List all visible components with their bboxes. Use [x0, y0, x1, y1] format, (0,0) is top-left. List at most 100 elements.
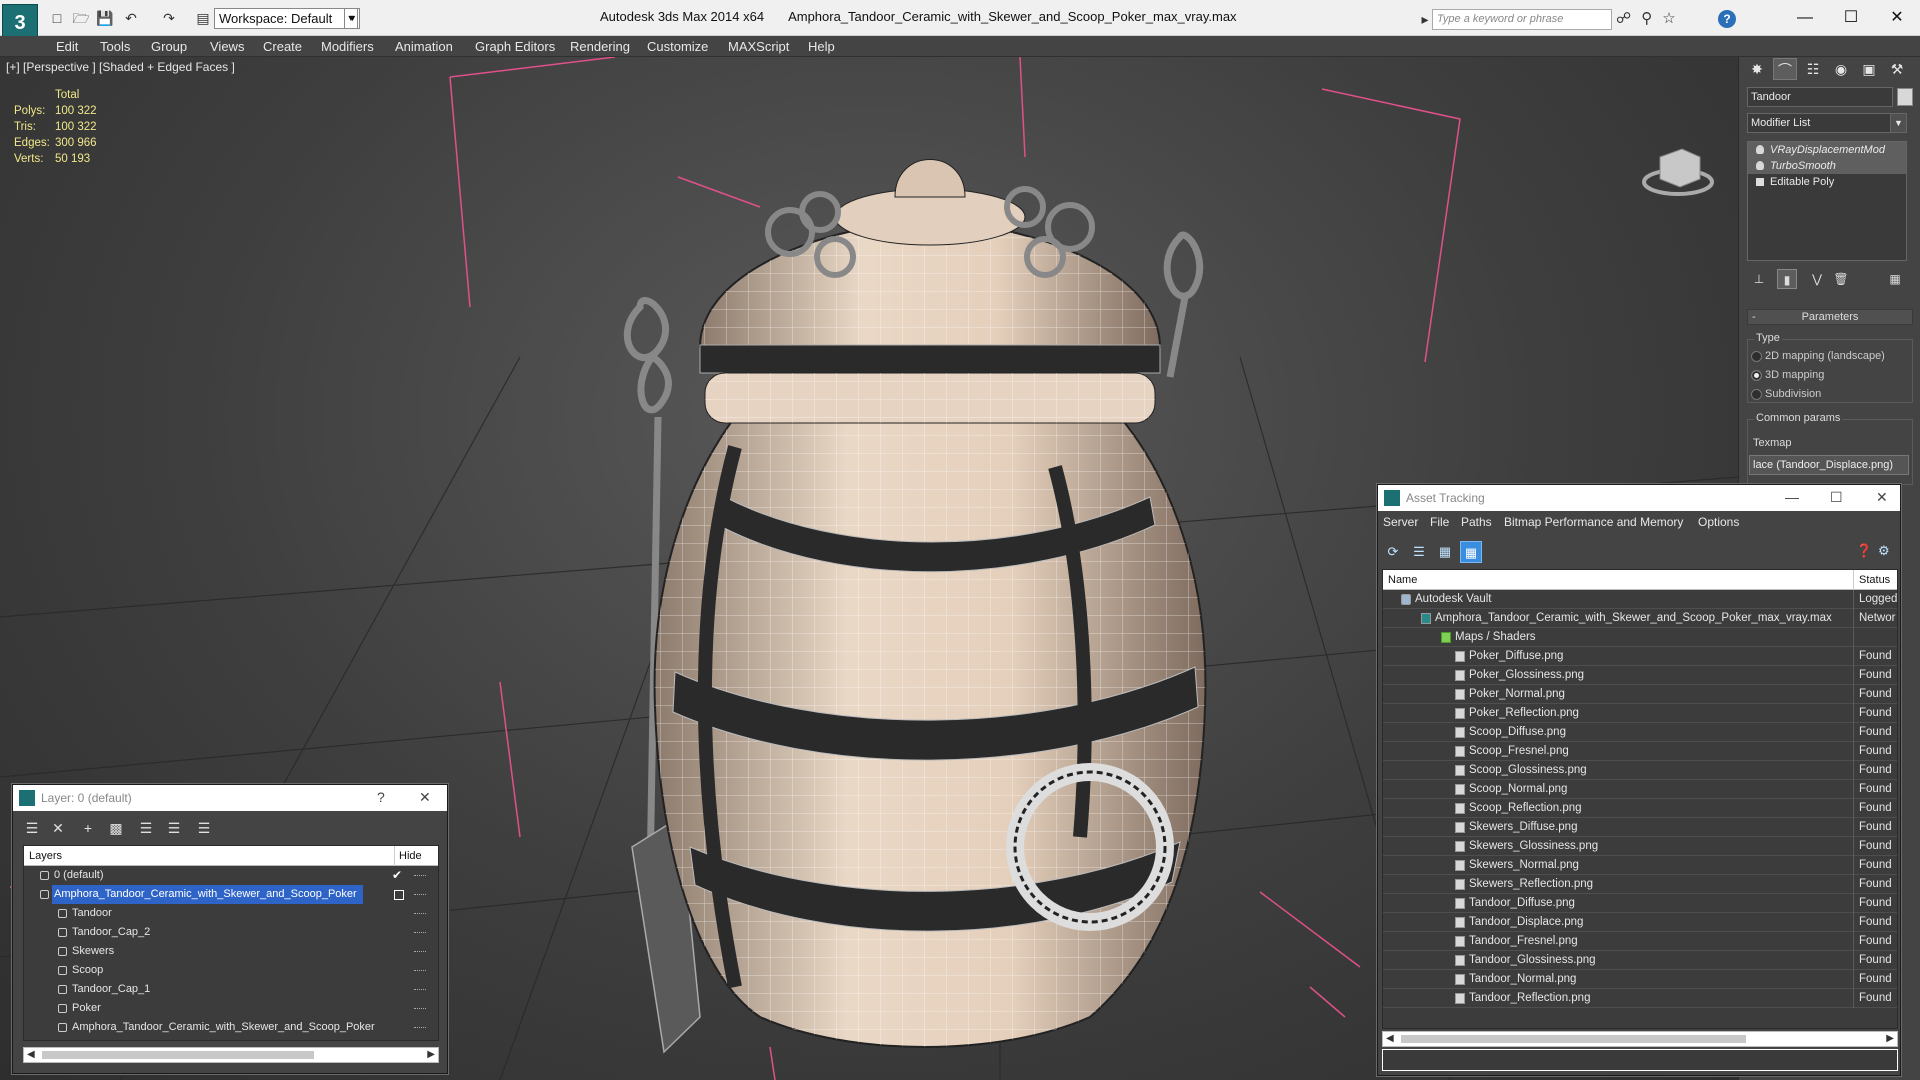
menu-rendering[interactable]: Rendering — [570, 39, 630, 54]
asset-row[interactable]: Maps / Shaders — [1383, 628, 1897, 647]
asset-row[interactable]: Tandoor_Fresnel.png Found — [1383, 932, 1897, 951]
radio-3d-mapping[interactable]: 3D mapping — [1751, 369, 1824, 381]
asset-row[interactable]: Tandoor_Reflection.png Found — [1383, 989, 1897, 1008]
asset-menu-server[interactable]: Server — [1383, 515, 1418, 529]
scroll-right-icon[interactable]: ▶ — [427, 1048, 435, 1062]
asset-row[interactable]: Tandoor_Glossiness.png Found — [1383, 951, 1897, 970]
set-current-box[interactable] — [394, 890, 404, 900]
configure-sets-icon[interactable]: ▦ — [1885, 269, 1905, 289]
asset-row[interactable]: Poker_Diffuse.png Found — [1383, 647, 1897, 666]
maximize-icon[interactable]: ☐ — [1830, 489, 1843, 506]
stack-item-editable-poly[interactable]: Editable Poly — [1748, 174, 1906, 190]
delete-layer-icon[interactable]: ✕ — [47, 817, 69, 839]
utilities-tab-icon[interactable]: ⚒ — [1885, 58, 1909, 80]
scroll-left-icon[interactable]: ◀ — [27, 1048, 35, 1062]
lightbulb-icon[interactable] — [1756, 145, 1764, 154]
radio-subdivision[interactable]: Subdivision — [1751, 388, 1821, 400]
menu-graph-editors[interactable]: Graph Editors — [475, 39, 555, 54]
asset-row[interactable]: Tandoor_Diffuse.png Found — [1383, 894, 1897, 913]
asset-row[interactable]: Poker_Normal.png Found — [1383, 685, 1897, 704]
thumbnail-view-icon[interactable]: ▦ — [1434, 541, 1456, 563]
remove-modifier-icon[interactable]: 🗑 — [1831, 269, 1851, 289]
create-tab-icon[interactable]: ✸ — [1745, 58, 1769, 80]
freeze-all-icon[interactable]: ☰ — [193, 817, 215, 839]
asset-path-field[interactable] — [1382, 1049, 1898, 1071]
stack-item-vraydisplacement[interactable]: VRayDisplacementMod — [1748, 142, 1906, 158]
menu-tools[interactable]: Tools — [100, 39, 130, 54]
search-input[interactable]: Type a keyword or phrase — [1432, 9, 1612, 30]
open-file-icon[interactable]: 🗁 — [72, 9, 90, 27]
asset-row[interactable]: Scoop_Glossiness.png Found — [1383, 761, 1897, 780]
menu-edit[interactable]: Edit — [56, 39, 78, 54]
asset-row[interactable]: Scoop_Diffuse.png Found — [1383, 723, 1897, 742]
modifier-list-dropdown[interactable]: Modifier List ▼ — [1747, 113, 1907, 133]
refresh-icon[interactable]: ⟳ — [1382, 541, 1404, 563]
scroll-right-icon[interactable]: ▶ — [1886, 1032, 1894, 1046]
motion-tab-icon[interactable]: ◉ — [1829, 58, 1853, 80]
column-layers[interactable]: Layers — [29, 846, 62, 866]
display-tab-icon[interactable]: ▣ — [1857, 58, 1881, 80]
hide-toggle[interactable] — [414, 1027, 426, 1029]
hide-toggle[interactable] — [414, 951, 426, 953]
hierarchy-tab-icon[interactable]: ☷ — [1801, 58, 1825, 80]
asset-row[interactable]: Amphora_Tandoor_Ceramic_with_Skewer_and_… — [1383, 609, 1897, 628]
hide-toggle[interactable] — [414, 932, 426, 934]
hide-toggle[interactable] — [414, 1008, 426, 1010]
object-row[interactable]: Amphora_Tandoor_Ceramic_with_Skewer_and_… — [24, 1018, 438, 1037]
close-icon[interactable]: ✕ — [1882, 6, 1912, 30]
menu-modifiers[interactable]: Modifiers — [321, 39, 374, 54]
object-row[interactable]: Tandoor — [24, 904, 438, 923]
asset-horizontal-scrollbar[interactable]: ◀ ▶ — [1382, 1031, 1898, 1047]
menu-group[interactable]: Group — [151, 39, 187, 54]
object-row[interactable]: Skewers — [24, 942, 438, 961]
asset-row[interactable]: Skewers_Glossiness.png Found — [1383, 837, 1897, 856]
viewcube[interactable] — [1642, 148, 1714, 196]
asset-row[interactable]: Poker_Reflection.png Found — [1383, 704, 1897, 723]
menu-customize[interactable]: Customize — [647, 39, 708, 54]
object-row[interactable]: Tandoor_Cap_1 — [24, 980, 438, 999]
object-row[interactable]: Scoop — [24, 961, 438, 980]
communication-center-icon[interactable]: ⚲ — [1641, 10, 1662, 27]
hide-toggle[interactable] — [414, 913, 426, 915]
favorites-star-icon[interactable]: ☆ — [1662, 10, 1685, 27]
asset-row[interactable]: Skewers_Reflection.png Found — [1383, 875, 1897, 894]
list-view-icon[interactable]: ☰ — [1408, 541, 1430, 563]
object-color-swatch[interactable] — [1897, 88, 1913, 106]
help-menu-icon[interactable]: ⚙ — [1878, 543, 1890, 559]
column-name[interactable]: Name — [1388, 570, 1417, 590]
show-end-result-icon[interactable]: ▮ — [1777, 269, 1797, 289]
new-file-icon[interactable]: □ — [48, 9, 66, 27]
minimize-icon[interactable]: — — [1790, 6, 1820, 30]
scroll-thumb[interactable] — [42, 1051, 314, 1059]
menu-maxscript[interactable]: MAXScript — [728, 39, 789, 54]
minimize-icon[interactable]: — — [1785, 489, 1799, 505]
column-status[interactable]: Status — [1853, 570, 1897, 590]
select-objects-icon[interactable]: ▩ — [105, 817, 127, 839]
asset-row[interactable]: Skewers_Normal.png Found — [1383, 856, 1897, 875]
hide-toggle[interactable] — [414, 894, 426, 896]
asset-row[interactable]: Tandoor_Normal.png Found — [1383, 970, 1897, 989]
asset-tracking-titlebar[interactable]: Asset Tracking — ☐ ✕ — [1378, 485, 1900, 511]
hide-all-icon[interactable]: ☰ — [163, 817, 185, 839]
menu-animation[interactable]: Animation — [395, 39, 453, 54]
asset-row[interactable]: Poker_Glossiness.png Found — [1383, 666, 1897, 685]
help-icon[interactable]: ? — [1718, 10, 1736, 28]
expand-plus-icon[interactable] — [1756, 178, 1764, 186]
menu-create[interactable]: Create — [263, 39, 302, 54]
layer-row-selected[interactable]: Amphora_Tandoor_Ceramic_with_Skewer_and_… — [24, 885, 438, 904]
asset-menu-options[interactable]: Options — [1698, 515, 1739, 529]
asset-row[interactable]: Autodesk Vault Logged — [1383, 590, 1897, 609]
layer-row[interactable]: 0 (default) ✔ — [24, 866, 438, 885]
help-question-icon[interactable]: ❓ — [1856, 543, 1872, 559]
asset-row[interactable]: Scoop_Fresnel.png Found — [1383, 742, 1897, 761]
make-unique-icon[interactable]: ⋁ — [1807, 269, 1827, 289]
asset-menu-file[interactable]: File — [1430, 515, 1449, 529]
menu-help[interactable]: Help — [808, 39, 835, 54]
parameters-rollout-header[interactable]: - Parameters — [1747, 309, 1913, 325]
quick-access-dropdown[interactable]: ▼ — [344, 8, 358, 29]
pin-stack-icon[interactable]: ⊥ — [1749, 269, 1769, 289]
workspace-dropdown[interactable]: Workspace: Default ▼ — [214, 8, 360, 29]
column-hide[interactable]: Hide — [394, 846, 438, 866]
active-layer-check-icon[interactable]: ✔ — [392, 866, 402, 885]
asset-row[interactable]: Scoop_Reflection.png Found — [1383, 799, 1897, 818]
